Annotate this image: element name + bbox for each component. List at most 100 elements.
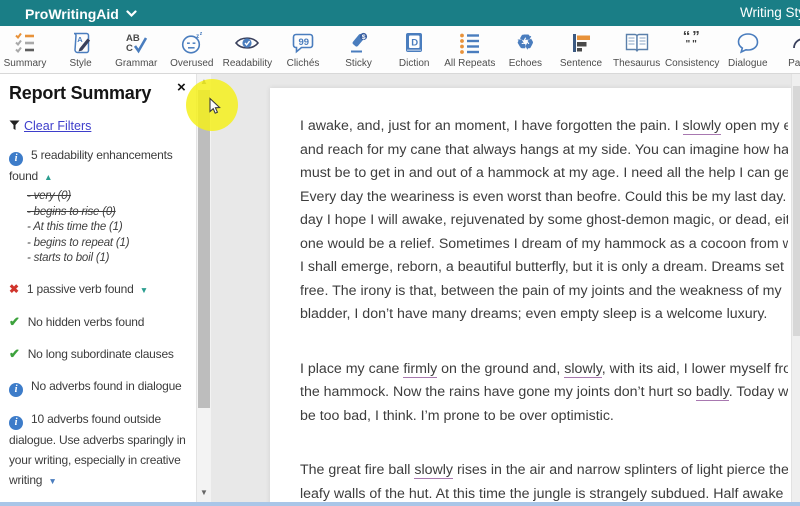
text-line: Every day the weariness is even worst th… <box>300 186 788 210</box>
window-bottom-edge <box>0 502 800 506</box>
finding-text: 1 passive verb found ▼ <box>26 281 148 296</box>
toolbar-item-label: All Repeats <box>444 58 496 69</box>
toolbar-item-label: Dialogue <box>728 58 768 69</box>
info-icon: i <box>9 415 23 430</box>
report-summary-panel: Report Summary × Clear Filters i5 readab… <box>0 74 196 502</box>
toolbar-item-diction[interactable]: D Diction <box>386 28 442 73</box>
toolbar-item-label: Style <box>69 58 92 69</box>
sidebar-scrollbar[interactable]: ▲ ▼ <box>196 74 211 502</box>
info-icon: i <box>9 382 23 397</box>
sidebar-scroll-thumb[interactable] <box>198 90 210 408</box>
text-line: must be to get in and out of a hammock a… <box>300 162 788 186</box>
all-repeats-icon <box>442 28 498 57</box>
filter-sub-item[interactable]: - begins to repeat (1) <box>9 236 194 252</box>
toolbar-item-summary[interactable]: Summary <box>0 28 53 73</box>
panel-title: Report Summary <box>9 83 152 103</box>
svg-text:$: $ <box>361 34 365 41</box>
svg-text:A: A <box>77 35 83 44</box>
text-segment: free. The irony is that, between the pai… <box>300 282 782 299</box>
expand-down-icon[interactable]: ▼ <box>140 285 148 295</box>
text-segment: I shall emerge, reborn, a beautiful butt… <box>300 259 788 275</box>
toolbar-item-grammar[interactable]: AB C Grammar <box>108 28 164 73</box>
chevron-down-icon <box>126 0 137 26</box>
svg-text:z: z <box>199 31 202 37</box>
toolbar-item-style[interactable]: A Style <box>53 28 109 73</box>
finding-item: i No adverbs found in dialogue <box>9 376 194 397</box>
filter-sub-item[interactable]: - At this time the (1) <box>9 220 194 236</box>
close-icon[interactable]: × <box>177 80 186 95</box>
adverb-highlight[interactable]: slowly <box>414 462 453 479</box>
text-segment: be too bad, I think. I’m prone to be ove… <box>300 407 614 424</box>
check-icon: ✔ <box>9 313 20 329</box>
filter-sub-item[interactable]: - begins to rise (0) <box>9 205 194 221</box>
expand-down-icon[interactable]: ▼ <box>48 476 56 486</box>
readability-icon <box>219 28 275 57</box>
text-segment: . Today won’t <box>728 384 788 400</box>
text-line: one would be a relief. Sometimes I dream… <box>300 233 788 257</box>
svg-text:99: 99 <box>299 37 310 48</box>
text-segment: on the ground and, <box>437 360 565 377</box>
pacing-icon <box>775 28 800 57</box>
grammar-icon: AB C <box>108 28 164 57</box>
text-line: free. The irony is that, between the pai… <box>300 280 788 304</box>
summary-icon <box>0 28 53 57</box>
filter-sub-item[interactable]: - very (0) <box>9 189 194 205</box>
text-segment: rises in the air and narrow splinters of… <box>453 462 788 478</box>
text-segment: one would be a relief. Sometimes I dream… <box>300 235 788 252</box>
text-line: be too bad, I think. I’m prone to be ove… <box>300 405 788 429</box>
toolbar-item-sentence[interactable]: Sentence <box>553 28 609 73</box>
thesaurus-icon <box>609 28 665 57</box>
finding-item: i 10 adverbs found outside dialogue. Use … <box>9 409 194 491</box>
sentence-icon <box>553 28 609 57</box>
toolbar-item-readability[interactable]: Readability <box>219 28 275 73</box>
clear-filters-link[interactable]: Clear Filters <box>24 119 91 133</box>
toolbar-item-label: Clichés <box>286 58 320 69</box>
toolbar-item-dialogue[interactable]: Dialogue <box>720 28 776 73</box>
text-line: I shall emerge, reborn, a beautiful butt… <box>300 256 788 280</box>
clear-filters-row: Clear Filters <box>9 119 194 133</box>
toolbar-item-pacing[interactable]: Pacing <box>775 28 800 73</box>
document-page[interactable]: I awake, and, just for an moment, I have… <box>270 88 792 506</box>
adverb-highlight[interactable]: firmly <box>403 360 438 378</box>
cliches-icon: 99 <box>275 28 331 57</box>
document-text[interactable]: I awake, and, just for an moment, I have… <box>270 88 792 506</box>
toolbar-item-label: Pacing <box>788 58 800 69</box>
finding-sub-list: - very (0) - begins to rise (0) - At this … <box>9 189 194 267</box>
toolbar-item-overused[interactable]: z z Overused <box>164 28 220 73</box>
text-segment: day I hope I will awake, rejuvenated by … <box>300 212 788 228</box>
finding-text: No hidden verbs found <box>27 314 145 329</box>
adverb-highlight[interactable]: slowly <box>682 118 722 135</box>
diction-icon: D <box>386 28 442 57</box>
toolbar-item-sticky[interactable]: $ Sticky <box>331 28 387 73</box>
app-menu[interactable]: ProWritingAid <box>25 0 137 27</box>
adverb-highlight[interactable]: slowly <box>564 360 602 378</box>
text-segment: , with its aid, I lower myself from <box>601 360 788 377</box>
toolbar-item-label: Echoes <box>508 58 543 69</box>
toolbar-item-consistency[interactable]: “” "" Consistency <box>664 28 720 73</box>
toolbar-item-all-repeats[interactable]: All Repeats <box>442 28 498 73</box>
toolbar-item-label: Readability <box>222 58 273 69</box>
document-scrollbar[interactable] <box>791 74 800 506</box>
filter-sub-item[interactable]: - starts to boil (1) <box>9 251 194 267</box>
info-icon: i <box>9 152 23 166</box>
paragraph: The great fire ball slowly rises in the … <box>300 459 788 506</box>
text-segment: Every day the weariness is even worst th… <box>300 188 788 205</box>
paragraph: I awake, and, just for an moment, I have… <box>300 115 788 327</box>
finding-item: ✔ No hidden verbs found <box>9 312 194 332</box>
finding-text: 5 readability enhancements found ▲ <box>9 148 173 183</box>
findings-list: i5 readability enhancements found ▲ - ver… <box>9 145 194 502</box>
adverb-highlight[interactable]: badly <box>695 384 729 401</box>
toolbar: Summary A Style AB C Grammar z z Overused Readabi… <box>0 26 800 74</box>
expand-up-icon[interactable]: ▲ <box>44 172 52 182</box>
mouse-cursor <box>205 97 223 120</box>
toolbar-item-echoes[interactable]: ♻ Echoes <box>497 28 553 73</box>
svg-text:D: D <box>411 38 418 49</box>
echoes-icon: ♻ <box>516 32 535 54</box>
text-line: The great fire ball slowly rises in the … <box>300 459 788 483</box>
toolbar-item-cliches[interactable]: 99 Clichés <box>275 28 331 73</box>
editor-background: I awake, and, just for an moment, I have… <box>211 74 800 506</box>
scroll-down-icon[interactable]: ▼ <box>197 488 211 497</box>
toolbar-item-thesaurus[interactable]: Thesaurus <box>609 28 665 73</box>
toolbar-item-label: Consistency <box>664 58 720 69</box>
document-scroll-thumb[interactable] <box>793 86 800 336</box>
